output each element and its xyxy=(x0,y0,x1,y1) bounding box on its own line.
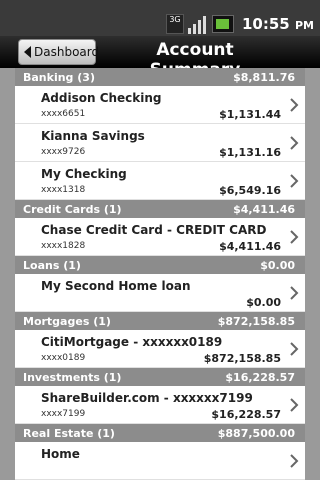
section-label: Credit Cards (1) xyxy=(23,202,122,216)
section-header: Credit Cards (1) $4,411.46 xyxy=(15,200,305,218)
account-list[interactable]: Banking (3) $8,811.76 Addison Checking xxxx… xyxy=(15,68,305,480)
clock: 10:55 PM xyxy=(242,15,314,33)
chevron-right-icon xyxy=(290,136,299,150)
account-name: Home xyxy=(41,447,80,461)
account-row[interactable]: CitiMortgage - xxxxxx0189 xxxx0189 $872,15… xyxy=(15,330,305,368)
account-row[interactable]: ShareBuilder.com - xxxxxx7199 xxxx7199 $16… xyxy=(15,386,305,424)
account-name: My Checking xyxy=(41,167,127,181)
section-total: $16,228.57 xyxy=(225,370,295,384)
section-header: Investments (1) $16,228.57 xyxy=(15,368,305,386)
chevron-right-icon xyxy=(290,174,299,188)
network-3g-icon: 3G xyxy=(166,14,184,34)
signal-strength-icon xyxy=(188,14,208,34)
account-number: xxxx6651 xyxy=(41,109,86,119)
account-name: ShareBuilder.com - xxxxxx7199 xyxy=(41,391,253,405)
section-label: Mortgages (1) xyxy=(23,314,111,328)
section-total: $872,158.85 xyxy=(217,314,295,328)
account-name: Kianna Savings xyxy=(41,129,145,143)
account-number: xxxx1318 xyxy=(41,185,86,195)
account-row[interactable]: Addison Checking xxxx6651 $1,131.44 xyxy=(15,86,305,124)
account-balance: $6,549.16 xyxy=(219,184,281,197)
title-bar: Dashboard Account Summary xyxy=(0,36,320,80)
section-header: Loans (1) $0.00 xyxy=(15,256,305,274)
chevron-right-icon xyxy=(290,230,299,244)
account-balance: $872,158.85 xyxy=(203,352,281,365)
account-name: CitiMortgage - xxxxxx0189 xyxy=(41,335,223,349)
chevron-right-icon xyxy=(290,454,299,468)
dashboard-back-button[interactable]: Dashboard xyxy=(18,39,100,65)
account-row[interactable]: My Second Home loan $0.00 xyxy=(15,274,305,312)
account-name: Addison Checking xyxy=(41,91,162,105)
section-label: Banking (3) xyxy=(23,70,95,84)
account-row[interactable]: Chase Credit Card - CREDIT CARD xxxx1828 $… xyxy=(15,218,305,256)
account-balance: $1,131.16 xyxy=(219,146,281,159)
chevron-right-icon xyxy=(290,98,299,112)
section-label: Investments (1) xyxy=(23,370,122,384)
account-name: My Second Home loan xyxy=(41,279,191,293)
account-balance: $16,228.57 xyxy=(211,408,281,421)
back-button-label: Dashboard xyxy=(34,45,100,59)
chevron-right-icon xyxy=(290,398,299,412)
section-header: Mortgages (1) $872,158.85 xyxy=(15,312,305,330)
section-total: $8,811.76 xyxy=(233,70,295,84)
account-row[interactable]: Home xyxy=(15,442,305,480)
section-header: Banking (3) $8,811.76 xyxy=(15,68,305,86)
section-total: $887,500.00 xyxy=(217,426,295,440)
chevron-right-icon xyxy=(290,342,299,356)
section-total: $0.00 xyxy=(260,258,295,272)
back-arrow-icon xyxy=(24,46,31,58)
status-icons: 3G 10:55 PM xyxy=(166,14,314,34)
account-number: xxxx1828 xyxy=(41,241,86,251)
section-total: $4,411.46 xyxy=(233,202,295,216)
status-bar: 3G 10:55 PM xyxy=(0,0,320,36)
section-label: Real Estate (1) xyxy=(23,426,115,440)
account-row[interactable]: My Checking xxxx1318 $6,549.16 xyxy=(15,162,305,200)
chevron-right-icon xyxy=(290,286,299,300)
account-balance: $0.00 xyxy=(246,296,281,309)
account-row[interactable]: Kianna Savings xxxx9726 $1,131.16 xyxy=(15,124,305,162)
account-number: xxxx0189 xyxy=(41,353,86,363)
account-balance: $4,411.46 xyxy=(219,240,281,253)
account-number: xxxx9726 xyxy=(41,147,86,157)
account-number: xxxx7199 xyxy=(41,409,86,419)
account-name: Chase Credit Card - CREDIT CARD xyxy=(41,223,267,237)
battery-icon xyxy=(212,15,234,33)
account-balance: $1,131.44 xyxy=(219,108,281,121)
section-header: Real Estate (1) $887,500.00 xyxy=(15,424,305,442)
section-label: Loans (1) xyxy=(23,258,81,272)
